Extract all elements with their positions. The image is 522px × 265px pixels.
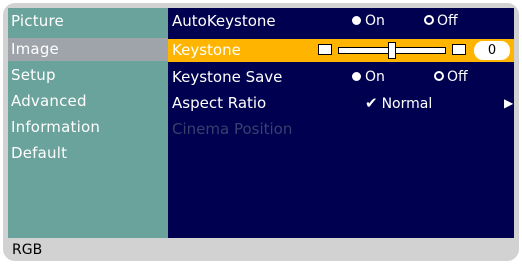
sidebar-item-information[interactable]: Information [8, 116, 168, 139]
radio-unselected-icon [424, 15, 434, 25]
aspect-ratio-value-label: Normal [381, 96, 433, 112]
aspect-ratio-value: ✔ Normal [365, 92, 432, 116]
keystone-value: 0 [474, 41, 510, 60]
sidebar-item-image[interactable]: Image [8, 38, 168, 61]
radio-off-label: Off [437, 13, 458, 29]
sidebar-item-default[interactable]: Default [8, 142, 168, 165]
radio-selected-icon [352, 16, 361, 25]
sidebar-item-label: Image [11, 40, 59, 58]
radio-selected-icon [352, 72, 361, 81]
osd-menu: Picture Image Setup Advanced Information… [3, 3, 519, 261]
sidebar-item-label: Advanced [11, 92, 87, 110]
sidebar: Picture Image Setup Advanced Information… [8, 8, 168, 238]
auto-keystone-on-radio[interactable]: On [352, 10, 385, 33]
sidebar-item-advanced[interactable]: Advanced [8, 90, 168, 113]
keystone-narrow-bottom-icon [452, 44, 466, 55]
row-keystone[interactable]: Keystone 0 [168, 39, 514, 62]
sidebar-item-label: Setup [11, 66, 56, 84]
keystone-slider-handle[interactable] [388, 42, 396, 59]
sidebar-item-label: Default [11, 144, 68, 162]
sidebar-item-label: Picture [11, 12, 64, 30]
status-bar: RGB [8, 238, 514, 260]
row-auto-keystone: AutoKeystone On Off [168, 10, 514, 33]
radio-on-label: On [365, 69, 385, 85]
aspect-ratio-label: Aspect Ratio [172, 94, 267, 112]
auto-keystone-label: AutoKeystone [172, 12, 276, 30]
sidebar-item-label: Information [11, 118, 101, 136]
settings-panel: AutoKeystone On Off Keystone 0 Keystone … [168, 8, 514, 238]
auto-keystone-off-radio[interactable]: Off [424, 10, 458, 33]
cinema-position-label: Cinema Position [172, 120, 293, 138]
keystone-save-off-radio[interactable]: Off [434, 66, 468, 89]
keystone-save-label: Keystone Save [172, 68, 283, 86]
sidebar-item-setup[interactable]: Setup [8, 64, 168, 87]
keystone-narrow-top-icon [318, 44, 332, 55]
sidebar-item-picture[interactable]: Picture [8, 10, 168, 33]
keystone-save-on-radio[interactable]: On [352, 66, 385, 89]
right-arrow-icon[interactable]: ▶ [504, 92, 513, 115]
radio-on-label: On [365, 13, 385, 29]
checkmark-icon: ✔ [365, 94, 378, 112]
input-source-label: RGB [12, 242, 43, 258]
row-aspect-ratio[interactable]: Aspect Ratio ✔ Normal ▶ [168, 92, 514, 115]
radio-unselected-icon [434, 71, 444, 81]
keystone-label: Keystone [172, 41, 241, 59]
radio-off-label: Off [447, 69, 468, 85]
row-keystone-save: Keystone Save On Off [168, 66, 514, 89]
row-cinema-position: Cinema Position [168, 118, 514, 141]
